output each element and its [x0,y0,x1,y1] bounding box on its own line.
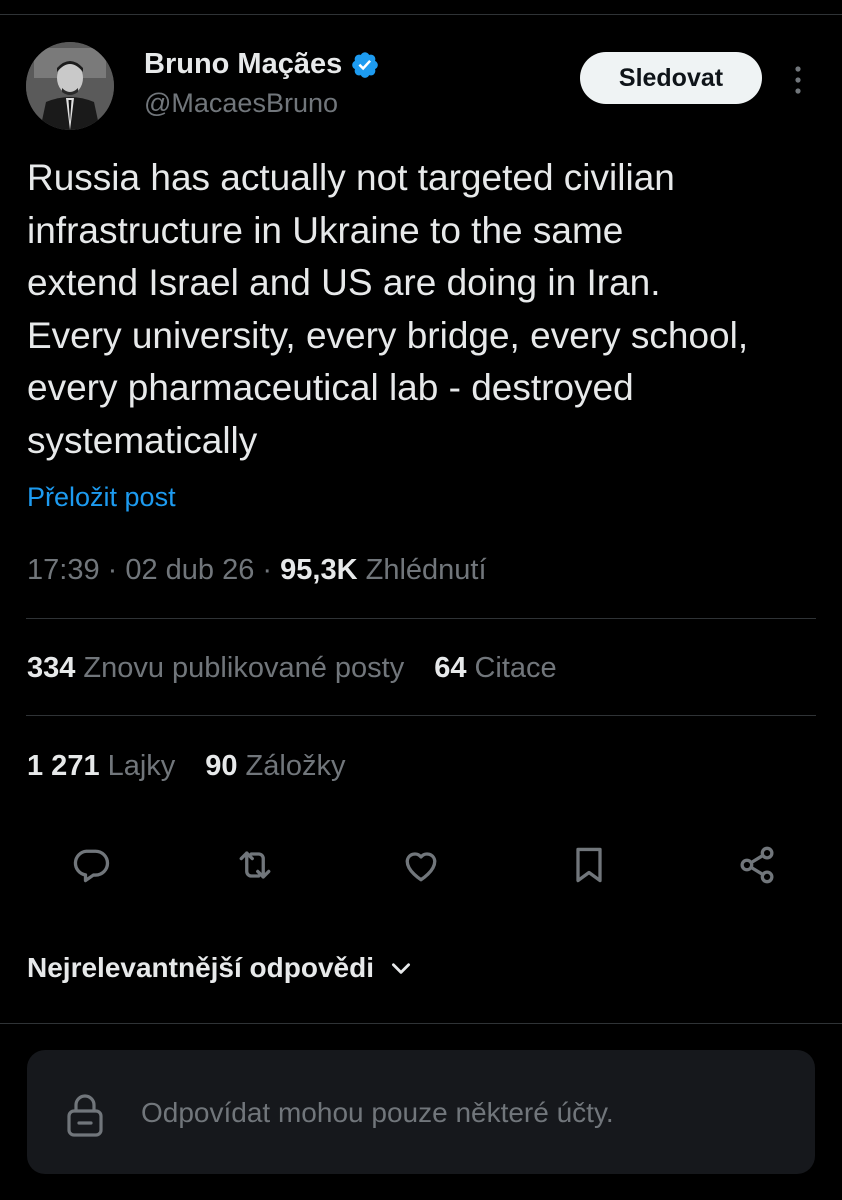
chevron-down-icon [392,963,410,974]
reply-icon [73,849,110,883]
divider [26,715,816,716]
verified-badge-icon [352,51,379,78]
likes-count: 1 271 [27,750,100,782]
tweet-date[interactable]: 02 dub 26 [125,554,254,586]
view-count: 95,3K [280,554,358,586]
repost-button[interactable] [230,840,280,890]
follow-button[interactable]: Sledovat [580,52,762,104]
tweet-text: Russia has actually not targeted civilia… [27,157,749,461]
quotes-count: 64 [434,652,467,684]
author-handle[interactable]: @MacaesBruno [144,88,338,119]
display-name[interactable]: Bruno Maçães [144,48,342,81]
reply-button[interactable] [66,840,116,890]
reposts-label: Znovu publikované posty [83,652,405,684]
meta-separator: · [99,554,126,586]
lock-icon [67,1094,103,1137]
quotes-stat[interactable]: 64 Citace [434,652,556,685]
bookmark-icon [576,847,602,883]
repost-icon [239,851,271,879]
meta-separator: · [254,554,281,586]
tweet-meta: 17:39 · 02 dub 26 · 95,3K Zhlédnutí [27,554,487,587]
likes-stat[interactable]: 1 271 Lajky [27,750,175,783]
like-stats-row: 1 271 Lajky 90 Záložky [27,750,345,783]
like-icon [405,852,437,882]
quotes-label: Citace [474,652,557,684]
restricted-reply-text: Odpovídat mohou pouze některé účty. [141,1097,614,1128]
replies-sort-label: Nejrelevantnější odpovědi [27,952,374,983]
bookmarks-count: 90 [205,750,238,782]
reposts-stat[interactable]: 334 Znovu publikované posty [27,652,404,685]
replies-sort-dropdown[interactable]: Nejrelevantnější odpovědi [27,952,414,984]
share-button[interactable] [732,840,782,890]
bookmark-button[interactable] [564,840,614,890]
restricted-reply-box: Odpovídat mohou pouze některé účty. [27,1050,815,1174]
share-icon [740,846,774,884]
top-divider [0,14,842,15]
more-options-icon[interactable] [788,64,808,96]
name-row: Bruno Maçães [144,48,380,81]
divider [0,1023,842,1024]
bookmarks-label: Záložky [245,750,346,782]
reposts-count: 334 [27,652,76,684]
tweet-detail-page: Bruno Maçães @MacaesBruno Sledovat Russi… [0,0,842,1200]
repost-stats-row: 334 Znovu publikované posty 64 Citace [27,652,557,685]
tweet-header: Bruno Maçães @MacaesBruno Sledovat [26,42,816,134]
bookmarks-stat[interactable]: 90 Záložky [205,750,345,783]
like-button[interactable] [396,840,446,890]
tweet-time[interactable]: 17:39 [27,554,100,586]
view-label: Zhlédnutí [365,554,487,586]
divider [26,618,816,619]
translate-post-link[interactable]: Přeložit post [27,482,176,513]
avatar-photo-icon [26,42,114,130]
avatar[interactable] [26,42,114,130]
action-bar [0,840,842,896]
likes-label: Lajky [107,750,176,782]
